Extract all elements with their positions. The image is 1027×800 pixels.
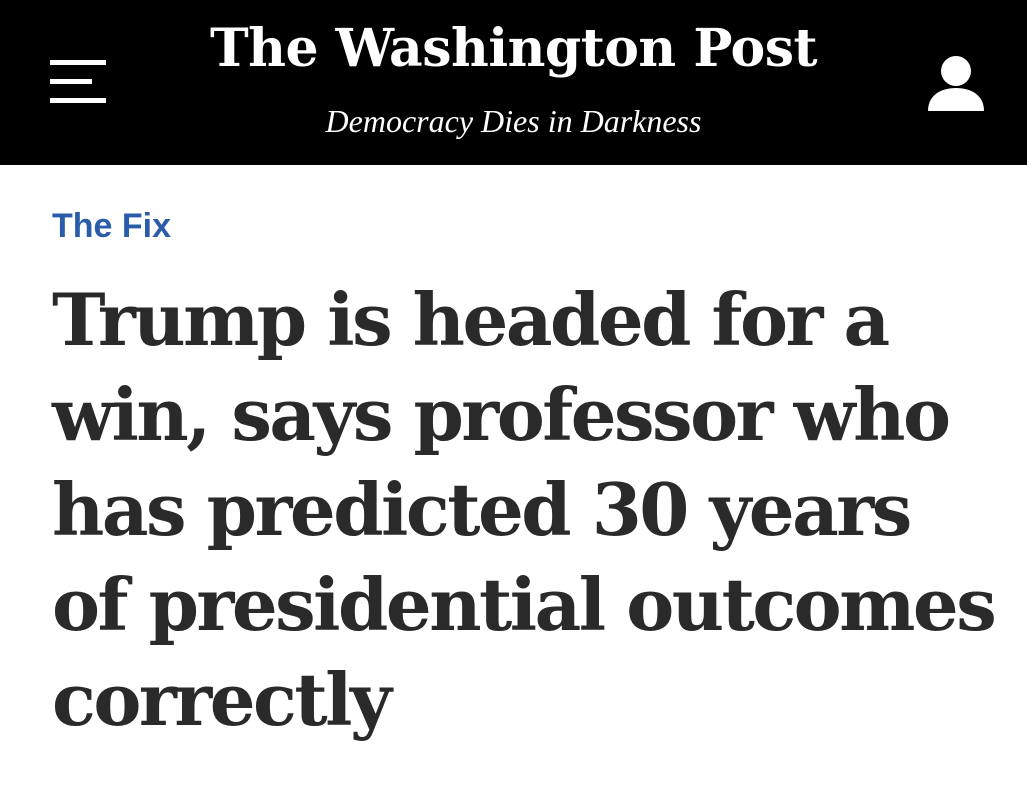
user-silhouette-icon bbox=[928, 56, 984, 111]
hamburger-menu-icon[interactable] bbox=[50, 58, 106, 106]
article-headline[interactable]: Trump is headed for a win, says professo… bbox=[52, 272, 1002, 747]
site-logo[interactable]: The Washington Post bbox=[180, 14, 847, 84]
site-tagline: Democracy Dies in Darkness bbox=[325, 103, 702, 139]
menu-bar-bottom bbox=[50, 98, 106, 103]
user-account-icon[interactable] bbox=[924, 54, 988, 116]
site-header: The Washington Post Democracy Dies in Da… bbox=[0, 0, 1027, 165]
menu-bar-top bbox=[50, 60, 106, 65]
section-link[interactable]: The Fix bbox=[52, 204, 171, 248]
menu-bar-middle bbox=[50, 79, 92, 84]
